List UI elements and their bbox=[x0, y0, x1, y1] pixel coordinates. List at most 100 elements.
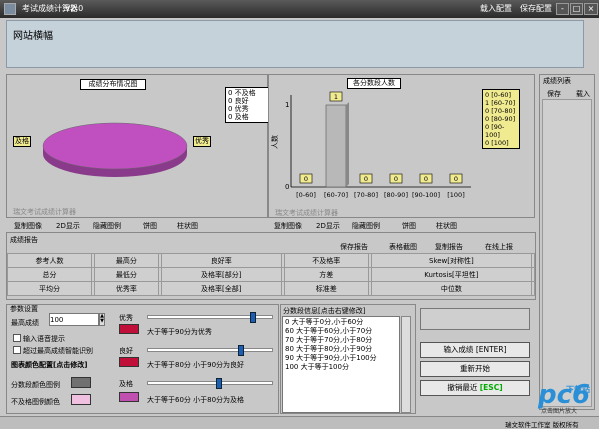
segment-item[interactable]: 70 大于等于70分,小于80分 bbox=[285, 336, 397, 345]
report-label: 及格率[全部] bbox=[160, 281, 282, 296]
report-label: 平均分 bbox=[6, 281, 93, 296]
report-label: 不及格率 bbox=[283, 253, 369, 268]
save-config-menu[interactable]: 保存配置 bbox=[520, 0, 552, 18]
report-label: 参考人数 bbox=[6, 253, 93, 268]
report-label: 优秀率 bbox=[93, 281, 159, 296]
online-report-button[interactable]: 在线上报 bbox=[485, 242, 513, 252]
grade-excellent-slider[interactable] bbox=[147, 312, 273, 323]
bar-graphic: 人数 0 1 0 [0-60] 1 [60-70] 0 [70-80] 0 [80-90] 0 [90-… bbox=[270, 91, 471, 199]
bar-watermark: 瑞文考试成绩计算器 bbox=[275, 209, 338, 217]
slider-thumb[interactable] bbox=[216, 378, 223, 389]
table-screenshot-button[interactable]: 表格截图 bbox=[389, 242, 417, 252]
grade-good-swatch[interactable] bbox=[119, 357, 139, 367]
bar-pie-button[interactable]: 饼图 bbox=[402, 221, 416, 231]
copy-report-button[interactable]: 复制报告 bbox=[435, 242, 463, 252]
grade-excellent-desc: 大于等于90分为优秀 bbox=[147, 328, 212, 336]
segments-panel: 分数段信息[点击右键修改] 0 大于等于0分,小于60分 60 大于等于60分,… bbox=[280, 304, 416, 414]
pie-chart-title: 成绩分布情况图 bbox=[80, 79, 146, 90]
banner-text: 网站横幅 bbox=[13, 31, 53, 42]
enlarge-hint: 点击图片放大 bbox=[541, 408, 578, 415]
bar-bar-button[interactable]: 柱状图 bbox=[436, 221, 457, 231]
voice-checkbox[interactable] bbox=[13, 334, 21, 342]
save-report-button[interactable]: 保存报告 bbox=[340, 242, 368, 252]
segment-item[interactable]: 60 大于等于60分,小于70分 bbox=[285, 327, 397, 336]
report-label: 中位数 bbox=[370, 281, 533, 296]
bar-legend-item: 0 [0-60] bbox=[485, 91, 512, 99]
bar-legend-item: 0 [100] bbox=[485, 139, 509, 147]
score-list-load[interactable]: 载入 bbox=[576, 89, 590, 99]
grade-excellent-swatch[interactable] bbox=[119, 324, 139, 334]
report-value bbox=[531, 267, 535, 282]
app-version: V2.0 bbox=[65, 4, 84, 13]
pie-pie-button[interactable]: 饼图 bbox=[143, 221, 157, 231]
score-input-display bbox=[420, 308, 530, 330]
pie-legend-item: 0 优秀 bbox=[228, 105, 249, 113]
grade-pass-swatch[interactable] bbox=[119, 392, 139, 402]
pie-2d-button[interactable]: 2D显示 bbox=[56, 221, 80, 231]
settings-title: 参数设置 bbox=[10, 305, 38, 313]
data-label: 0 bbox=[424, 175, 428, 183]
exceed-checkbox[interactable] bbox=[13, 346, 21, 354]
max-score-label: 最高成绩 bbox=[11, 319, 39, 327]
max-score-spinner[interactable]: ▲ ▼ bbox=[99, 313, 105, 326]
bar-legend-item: 0 [70-80] bbox=[485, 107, 516, 115]
fail-color-swatch[interactable] bbox=[71, 394, 91, 405]
maximize-button[interactable]: □ bbox=[570, 3, 583, 15]
segment-item[interactable]: 80 大于等于80分,小于90分 bbox=[285, 345, 397, 354]
pie-hide-legend-button[interactable]: 隐藏图例 bbox=[93, 221, 121, 231]
segments-title: 分数段信息[点击右键修改] bbox=[283, 307, 366, 315]
segments-scrollbar[interactable] bbox=[401, 316, 411, 413]
segment-item[interactable]: 100 大于等于100分 bbox=[285, 363, 397, 372]
restart-button[interactable]: 重新开始 bbox=[420, 361, 530, 377]
report-label: 方差 bbox=[283, 267, 369, 282]
bar-legend-item: 0 [80-90] bbox=[485, 115, 516, 123]
load-config-menu[interactable]: 载入配置 bbox=[480, 0, 512, 18]
slider-thumb[interactable] bbox=[250, 312, 256, 323]
pie-slice bbox=[42, 122, 188, 170]
segments-list[interactable]: 0 大于等于0分,小于60分 60 大于等于60分,小于70分 70 大于等于7… bbox=[282, 316, 400, 413]
pie-copy-button[interactable]: 复制图像 bbox=[14, 221, 42, 231]
report-row: 总分 最低分 及格率[部分] 方差 Kurtosis[平坦性] bbox=[6, 267, 535, 282]
data-label: 0 bbox=[394, 175, 398, 183]
pie-chart-panel: 成绩分布情况图 0 不及格 0 良好 0 优秀 0 及格 及格 优秀 瑞文考试成… bbox=[6, 74, 271, 218]
grade-pass-slider[interactable] bbox=[147, 378, 273, 389]
data-label: 0 bbox=[304, 175, 308, 183]
pie-bar-button[interactable]: 柱状图 bbox=[177, 221, 198, 231]
score-list-box[interactable] bbox=[542, 99, 592, 407]
grade-pass-label: 及格 bbox=[119, 380, 133, 388]
segment-item[interactable]: 0 大于等于0分,小于60分 bbox=[285, 318, 397, 327]
y-axis-label: 人数 bbox=[270, 135, 279, 149]
exceed-label: 超过最高成绩智能识别 bbox=[23, 347, 93, 355]
bar-hide-legend-button[interactable]: 隐藏图例 bbox=[352, 221, 380, 231]
score-list-save[interactable]: 保存 bbox=[547, 89, 561, 99]
bar-2d-button[interactable]: 2D显示 bbox=[316, 221, 340, 231]
settings-panel: 参数设置 最高成绩 ▲▼ 输入语音提示 超过最高成绩智能识别 图表颜色配置[点击… bbox=[6, 304, 279, 414]
close-button[interactable]: × bbox=[584, 3, 598, 15]
minimize-button[interactable]: - bbox=[556, 3, 569, 15]
fail-color-label: 不及格图例颜色 bbox=[11, 398, 60, 406]
bar bbox=[325, 104, 347, 188]
report-title: 成绩报告 bbox=[10, 236, 38, 244]
pie-legend-item: 0 及格 bbox=[228, 113, 249, 121]
report-value bbox=[531, 253, 535, 268]
watermark-logo-sub: 下载站 bbox=[566, 385, 590, 394]
grade-good-slider[interactable] bbox=[147, 345, 273, 356]
report-label: 最高分 bbox=[93, 253, 159, 268]
max-score-input[interactable] bbox=[49, 313, 99, 326]
voice-label: 输入语音提示 bbox=[23, 335, 65, 343]
report-label: 最低分 bbox=[93, 267, 159, 282]
segment-color-swatch[interactable] bbox=[71, 377, 91, 388]
enter-score-button[interactable]: 输入成绩 [ENTER] bbox=[420, 342, 530, 358]
segment-color-label: 分数段颜色图例 bbox=[11, 381, 60, 389]
site-banner: 网站横幅 bbox=[6, 20, 584, 68]
data-label: 0 bbox=[454, 175, 458, 183]
color-config-title[interactable]: 图表颜色配置[点击修改] bbox=[11, 360, 87, 370]
slider-thumb[interactable] bbox=[238, 345, 244, 356]
segment-item[interactable]: 90 大于等于90分,小于100分 bbox=[285, 354, 397, 363]
x-tick-label: [70-80] bbox=[354, 191, 378, 199]
undo-button[interactable]: 撤销最近 [ESC] bbox=[420, 380, 530, 396]
bar-copy-button[interactable]: 复制图像 bbox=[274, 221, 302, 231]
status-bar: 瑞文软件工作室 版权所有 bbox=[0, 416, 599, 429]
bar-chart-panel: 各分数段人数 0 [0-60] 1 [60-70] 0 [70-80] 0 [8… bbox=[268, 74, 535, 218]
bar-legend-item: 1 [60-70] bbox=[485, 99, 516, 107]
